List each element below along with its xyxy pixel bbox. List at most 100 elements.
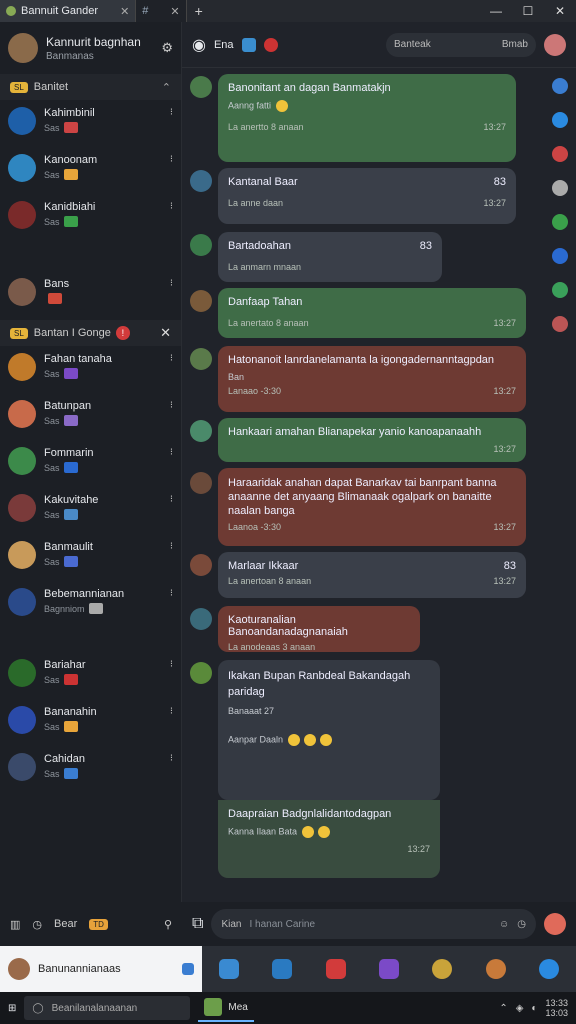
- message-bubble[interactable]: Daapraian Badgnlalidantodagpan Kanna Ila…: [218, 800, 440, 878]
- camera-icon[interactable]: [241, 37, 256, 52]
- new-tab-button[interactable]: +: [187, 3, 211, 19]
- avatar[interactable]: [190, 170, 212, 192]
- back-icon[interactable]: ◉: [192, 35, 206, 55]
- record-icon[interactable]: [325, 959, 346, 979]
- rail-icon[interactable]: [552, 146, 568, 162]
- chat-list-item[interactable]: Bans ⁝: [0, 271, 181, 318]
- rail-icon[interactable]: [552, 180, 568, 196]
- avatar[interactable]: [485, 959, 506, 979]
- more-icon[interactable]: ⁝: [170, 154, 173, 165]
- chat-list-item[interactable]: Bebemannianan Bagnniom ⁝: [0, 581, 181, 628]
- chat-list-item[interactable]: Kahimbinil Sas ⁝: [0, 100, 181, 147]
- chevron-up-icon[interactable]: ⌃: [162, 81, 171, 94]
- section-header-1[interactable]: SL Banitet ⌃: [0, 74, 181, 100]
- message-bubble[interactable]: Kaoturanalian Banoandanadagnanaiah La an…: [218, 606, 420, 652]
- rail-icon[interactable]: [552, 282, 568, 298]
- more-icon[interactable]: ⁝: [170, 107, 173, 118]
- close-icon[interactable]: ✕: [170, 5, 179, 18]
- message-bubble[interactable]: Hankaari amahan Blianapekar yanio kanoap…: [218, 418, 526, 462]
- more-icon[interactable]: ⁝: [170, 400, 173, 411]
- gear-icon[interactable]: ⚙: [161, 40, 173, 56]
- tab-active[interactable]: Bannuit Gander ✕: [0, 0, 137, 22]
- tab-secondary[interactable]: # ✕: [136, 0, 187, 22]
- avatar[interactable]: [544, 913, 566, 935]
- message-bubble[interactable]: Kantanal Baar 83 La anne daan 13:27: [218, 168, 516, 224]
- more-icon[interactable]: ⁝: [170, 278, 173, 289]
- avatar[interactable]: [190, 420, 212, 442]
- chat-list-item[interactable]: Kanidbiahi Sas ⁝: [0, 194, 181, 241]
- message-input[interactable]: Kian I hanan Carine ☺ ◷: [211, 909, 536, 939]
- more-icon[interactable]: ⁝: [170, 447, 173, 458]
- active-app[interactable]: Banunannianaas: [0, 946, 202, 992]
- attach-icon[interactable]: ⧉: [192, 915, 203, 933]
- settings-icon[interactable]: [539, 959, 560, 979]
- app-dock: Banunannianaas: [0, 946, 576, 992]
- minimize-button[interactable]: —: [480, 4, 512, 18]
- close-icon[interactable]: ✕: [160, 325, 171, 341]
- avatar[interactable]: [190, 234, 212, 256]
- edge-icon[interactable]: [272, 959, 293, 979]
- message-bubble[interactable]: Danfaap Tahan La anertato 8 anaan 13:27: [218, 288, 526, 338]
- maximize-button[interactable]: ☐: [512, 4, 544, 18]
- avatar[interactable]: [432, 959, 453, 979]
- close-window-button[interactable]: ✕: [544, 4, 576, 18]
- pin-icon[interactable]: ⚲: [164, 918, 172, 931]
- avatar[interactable]: [8, 33, 38, 63]
- chevron-up-icon[interactable]: ⌃: [499, 1003, 507, 1014]
- rail-icon[interactable]: [552, 78, 568, 94]
- files-icon[interactable]: [218, 959, 239, 979]
- message-bubble[interactable]: Ikakan Bupan Ranbdeal Bakandagah paridag…: [218, 660, 440, 800]
- record-icon[interactable]: [263, 37, 278, 52]
- chat-list-item[interactable]: Batunpan Sas ⁝: [0, 393, 181, 440]
- avatar[interactable]: [190, 348, 212, 370]
- rail-icon[interactable]: [552, 214, 568, 230]
- more-icon[interactable]: ⁝: [170, 353, 173, 364]
- chat-list-item[interactable]: Banmaulit Sas ⁝: [0, 534, 181, 581]
- more-icon[interactable]: ⁝: [170, 753, 173, 764]
- clock[interactable]: 13:33 13:03: [545, 998, 568, 1018]
- more-icon[interactable]: ⁝: [170, 494, 173, 505]
- message-bubble[interactable]: Bartadoahan 83 La anmarn mnaan: [218, 232, 442, 282]
- avatar[interactable]: [190, 608, 212, 630]
- start-icon[interactable]: ⊞: [8, 1003, 16, 1014]
- more-icon[interactable]: ⁝: [170, 201, 173, 212]
- avatar[interactable]: [190, 290, 212, 312]
- avatar[interactable]: [190, 472, 212, 494]
- more-icon[interactable]: ⁝: [170, 541, 173, 552]
- avatar[interactable]: [190, 662, 212, 684]
- avatar[interactable]: [190, 76, 212, 98]
- more-icon[interactable]: ⁝: [170, 659, 173, 670]
- chat-list-item[interactable]: Fommarin Sas ⁝: [0, 440, 181, 487]
- taskbar-app[interactable]: Mea: [198, 994, 254, 1022]
- close-icon[interactable]: ✕: [120, 5, 129, 18]
- network-icon[interactable]: ◈: [516, 1003, 524, 1014]
- clock-icon[interactable]: ◷: [517, 919, 526, 930]
- home-icon[interactable]: ▥: [10, 918, 20, 931]
- rail-icon[interactable]: [552, 316, 568, 332]
- taskbar-search[interactable]: ◯ Beanilanalanaanan: [24, 996, 191, 1020]
- rail-icon[interactable]: [552, 248, 568, 264]
- profile-header[interactable]: Kannurit bagnhan Banmanas ⚙: [0, 22, 181, 74]
- emoji-icon[interactable]: ☺: [499, 919, 509, 930]
- chat-list-item[interactable]: Kanoonam Sas ⁝: [0, 147, 181, 194]
- header-search[interactable]: Banteak Bmab: [386, 32, 536, 57]
- chat-list-item[interactable]: Bariahar Sas ⁝: [0, 652, 181, 699]
- more-icon[interactable]: ⁝: [170, 588, 173, 599]
- volume-icon[interactable]: ◐: [531, 1003, 537, 1014]
- message-bubble[interactable]: Marlaar Ikkaar 83 La anertoan 8 anaan 13:2…: [218, 552, 526, 598]
- emoji-icon: [63, 674, 78, 685]
- photos-icon[interactable]: [378, 959, 399, 979]
- chat-list-item[interactable]: Cahidan Sas ⁝: [0, 746, 181, 793]
- message-bubble[interactable]: Banonitant an dagan Banmatakjn Aanng fat…: [218, 74, 516, 162]
- message-bubble[interactable]: Hatonanoit lanrdanelamanta la igongadern…: [218, 346, 526, 412]
- avatar[interactable]: [190, 554, 212, 576]
- chat-list-item[interactable]: Kakuvitahe Sas ⁝: [0, 487, 181, 534]
- section-header-2[interactable]: SL Bantan I Gonge ! ✕: [0, 320, 181, 346]
- rail-icon[interactable]: [552, 112, 568, 128]
- more-icon[interactable]: ⁝: [170, 706, 173, 717]
- avatar[interactable]: [544, 33, 566, 56]
- clock-icon[interactable]: ◷: [32, 918, 42, 931]
- chat-list-item[interactable]: Bananahin Sas ⁝: [0, 699, 181, 746]
- chat-list-item[interactable]: Fahan tanaha Sas ⁝: [0, 346, 181, 393]
- message-bubble[interactable]: Haraaridak anahan dapat Banarkav tai ban…: [218, 468, 526, 546]
